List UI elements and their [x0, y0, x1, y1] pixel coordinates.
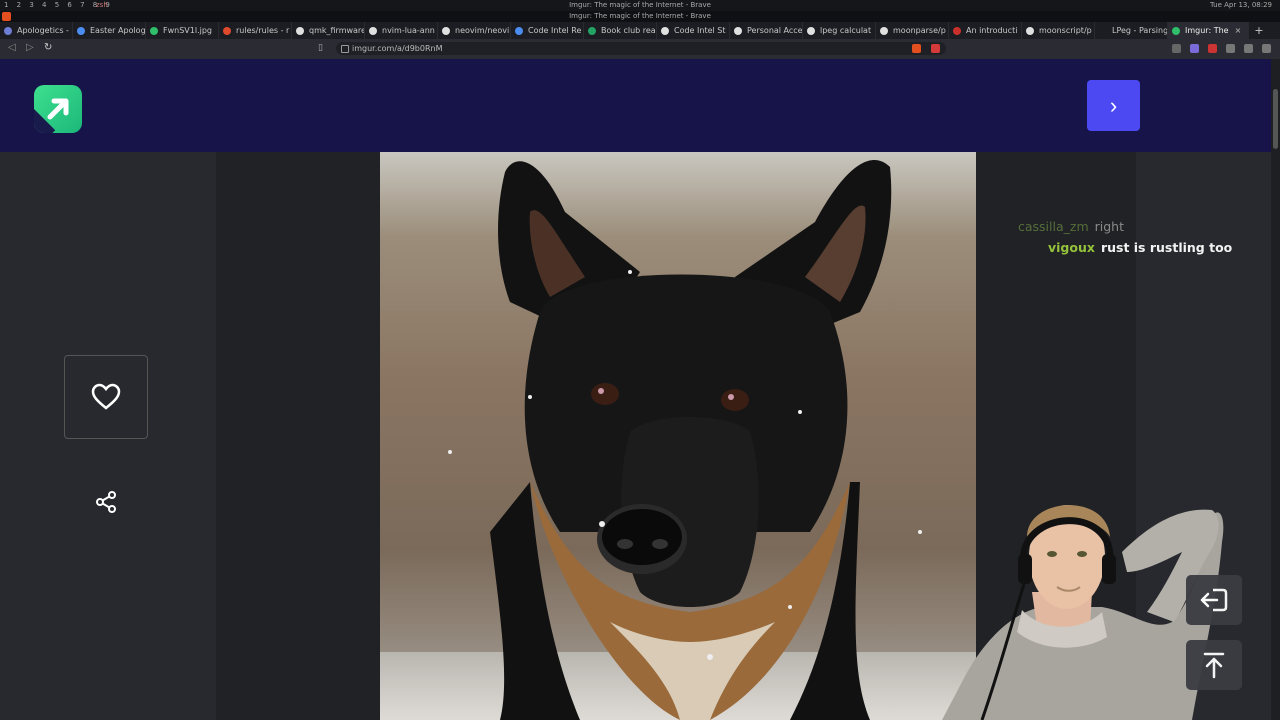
- left-gutter: [216, 152, 380, 720]
- tab[interactable]: Code Intel Re: [511, 22, 584, 39]
- tab[interactable]: Easter Apolog: [73, 22, 146, 39]
- browser-title-strip: Imgur: The magic of the Internet - Brave: [0, 11, 1280, 22]
- imgur-logo[interactable]: [34, 85, 82, 133]
- back-icon[interactable]: ◁: [8, 42, 16, 53]
- page-scrollbar[interactable]: [1271, 59, 1280, 720]
- address-bar-row: ◁ ▷ ↻ ▯ imgur.com/a/d9b0RnM: [0, 39, 1280, 59]
- heart-icon: [91, 383, 121, 410]
- tab[interactable]: neovim/neovi: [438, 22, 511, 39]
- github-icon: [661, 26, 669, 35]
- tab-favicon-icon: [515, 26, 523, 35]
- tab[interactable]: Code Intel St: [657, 22, 730, 39]
- brave-shields-icon[interactable]: [912, 44, 921, 53]
- tab[interactable]: Apologetics -: [0, 22, 73, 39]
- next-post-button[interactable]: ›: [1087, 80, 1140, 131]
- tab[interactable]: FwnSV1l.jpg: [146, 22, 219, 39]
- chat-message: cassilla_zm right: [1018, 216, 1232, 237]
- stream-chat: cassilla_zm right vigoux rust is rustling …: [1018, 216, 1232, 258]
- tab[interactable]: moonparse/p: [876, 22, 949, 39]
- tab[interactable]: rules/rules - r: [219, 22, 292, 39]
- tab-favicon-icon: [807, 26, 815, 35]
- close-tab-icon[interactable]: ×: [1235, 26, 1242, 35]
- browser-window-title: Imgur: The magic of the Internet - Brave: [569, 12, 711, 20]
- forward-icon[interactable]: ▷: [26, 42, 34, 53]
- os-top-bar: 1 2 3 4 5 6 7 8 9 zsh Imgur: The magic o…: [0, 0, 1280, 11]
- github-icon: [1026, 26, 1034, 35]
- imgur-favicon-icon: [1172, 26, 1180, 35]
- extension-icon[interactable]: [1190, 44, 1199, 53]
- terminal-label[interactable]: zsh: [96, 1, 108, 9]
- chat-text: right: [1094, 219, 1124, 234]
- tab[interactable]: Personal Acce: [730, 22, 803, 39]
- chat-username: vigoux: [1048, 240, 1095, 255]
- arrow-up-right-icon: [47, 98, 69, 120]
- chat-username: cassilla_zm: [1018, 219, 1089, 234]
- github-icon: [442, 26, 450, 35]
- tab-favicon-icon: [1099, 26, 1107, 35]
- github-icon: [369, 26, 377, 35]
- scrollbar-thumb[interactable]: [1273, 89, 1278, 149]
- share-icon: [96, 491, 116, 513]
- extension-icon[interactable]: [1172, 44, 1181, 53]
- reload-icon[interactable]: ↻: [44, 42, 52, 53]
- os-window-title: Imgur: The magic of the Internet - Brave: [569, 1, 711, 9]
- scroll-to-top-button[interactable]: [1186, 640, 1242, 690]
- chat-message: vigoux rust is rustling too: [1018, 237, 1232, 258]
- tab[interactable]: lpeg calculat: [803, 22, 876, 39]
- new-tab-button[interactable]: +: [1249, 24, 1269, 37]
- tab[interactable]: qmk_firmware: [292, 22, 365, 39]
- github-icon: [880, 26, 888, 35]
- tab-active[interactable]: Imgur: The ×: [1168, 22, 1249, 39]
- tab-favicon-icon: [77, 26, 85, 35]
- url-input[interactable]: imgur.com/a/d9b0RnM: [336, 42, 946, 55]
- tab-favicon-icon: [150, 26, 158, 35]
- lock-icon: [341, 45, 349, 53]
- imgur-header: ›: [0, 59, 1271, 152]
- favorite-button[interactable]: [64, 355, 148, 439]
- os-clock: Tue Apr 13, 08:29: [1209, 1, 1272, 9]
- github-icon: [734, 26, 742, 35]
- bookmark-icon[interactable]: ▯: [318, 43, 323, 53]
- arrow-to-top-icon: [1203, 652, 1225, 679]
- playlist-icon[interactable]: [1244, 44, 1253, 53]
- tab[interactable]: moonscript/p: [1022, 22, 1095, 39]
- tab[interactable]: nvim-lua-ann: [365, 22, 438, 39]
- chat-text: rust is rustling too: [1100, 240, 1233, 255]
- tab-favicon-icon: [223, 26, 231, 35]
- german-shepherd-illustration: [448, 159, 922, 720]
- tab-strip: Apologetics - Easter Apolog FwnSV1l.jpg …: [0, 22, 1280, 39]
- github-icon: [296, 26, 304, 35]
- puzzle-icon[interactable]: [1226, 44, 1235, 53]
- sign-in-icon: [1200, 588, 1228, 612]
- tab[interactable]: An introducti: [949, 22, 1022, 39]
- share-button[interactable]: [94, 490, 118, 514]
- tab-favicon-icon: [953, 26, 961, 35]
- tab-favicon-icon: [4, 26, 12, 35]
- extension-icon[interactable]: [1208, 44, 1217, 53]
- brave-rewards-icon[interactable]: [931, 44, 940, 53]
- post-image[interactable]: [380, 152, 976, 720]
- tab[interactable]: Book club rea: [584, 22, 657, 39]
- login-button[interactable]: [1186, 575, 1242, 625]
- menu-icon[interactable]: [1262, 44, 1271, 53]
- tab-favicon-icon: [588, 26, 596, 35]
- brave-lion-icon: [2, 12, 11, 21]
- tab[interactable]: LPeg - Parsing: [1095, 22, 1168, 39]
